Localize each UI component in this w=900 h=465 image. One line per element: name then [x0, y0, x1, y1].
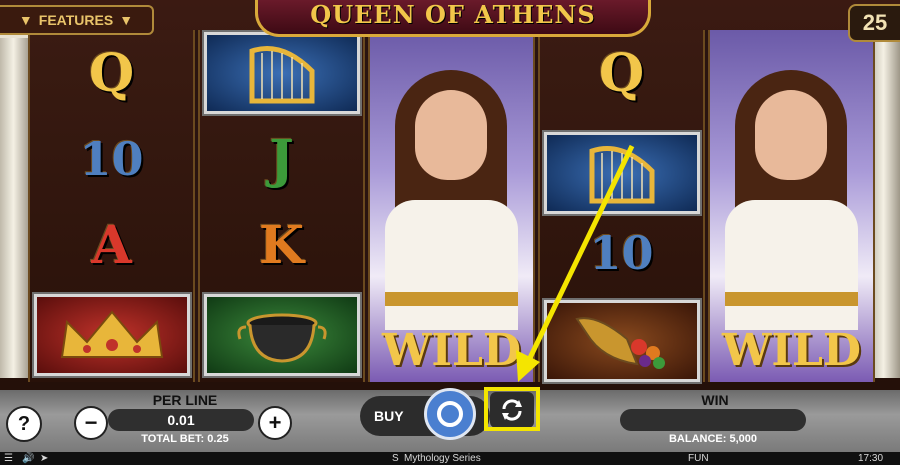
- features-button[interactable]: ▼ FEATURES ▼: [0, 5, 154, 35]
- series-logo-icon: S: [392, 453, 399, 464]
- help-button[interactable]: ?: [6, 406, 42, 442]
- features-label: FEATURES: [38, 12, 114, 28]
- reel-5: WILD: [708, 30, 875, 382]
- symbol-k: K: [200, 202, 363, 288]
- symbol-crown: [30, 292, 193, 378]
- harp-icon: [203, 32, 360, 114]
- athena-belt: [725, 292, 858, 306]
- wild-label: WILD: [721, 325, 862, 376]
- game-title: QUEEN OF ATHENS: [310, 0, 596, 29]
- reel-1: Q 10 A: [28, 30, 195, 382]
- symbol-a-text: A: [91, 214, 132, 276]
- chevron-down-icon: ▼: [18, 12, 33, 28]
- symbol-ten: 10: [540, 210, 703, 296]
- pillar-left: [0, 38, 30, 378]
- athena-belt: [385, 292, 518, 306]
- decrease-bet-button[interactable]: −: [74, 406, 108, 440]
- control-panel: ? PER LINE − 0.01 + TOTAL BET: 0.25 BUY …: [0, 388, 900, 452]
- symbol-harp: [200, 30, 363, 116]
- symbol-q: Q: [540, 30, 703, 116]
- symbol-ten-text: 10: [79, 132, 144, 186]
- menu-icon[interactable]: ☰: [4, 452, 13, 465]
- mode-label: FUN: [688, 453, 709, 464]
- lines-counter: 25: [848, 4, 900, 42]
- reel-grid: Q 10 A J K WILD Q 10 WILD: [28, 30, 875, 382]
- sound-icon[interactable]: 🔊: [22, 452, 34, 465]
- wild-label: WILD: [381, 325, 522, 376]
- athena-robe: [385, 200, 518, 330]
- per-line-label: PER LINE: [152, 392, 218, 408]
- cauldron-icon: [203, 294, 360, 376]
- symbol-k-text: K: [258, 214, 305, 276]
- reel-4: Q 10: [538, 30, 705, 382]
- harp-icon: [543, 132, 700, 214]
- symbol-cornucopia: [540, 298, 703, 384]
- total-bet-label: TOTAL BET: 0.25: [141, 433, 229, 445]
- athena-face: [755, 90, 827, 180]
- chevron-down-icon: ▼: [119, 12, 134, 28]
- athena-face: [415, 90, 487, 180]
- crown-icon: [33, 294, 190, 376]
- symbol-j-text: J: [269, 128, 294, 190]
- symbol-cauldron: [200, 292, 363, 378]
- symbol-wild-athena: WILD: [370, 30, 533, 382]
- symbol-ten: 10: [30, 116, 193, 202]
- win-label: WIN: [701, 392, 729, 408]
- per-line-value: 0.01: [108, 409, 254, 431]
- game-stage: Q 10 A J K WILD Q 10 WILD QUEEN OF ATHEN…: [0, 0, 900, 390]
- win-value: [620, 409, 806, 431]
- spin-icon: [437, 401, 463, 427]
- series-label: Mythology Series: [404, 453, 481, 464]
- cornucopia-icon: [543, 300, 700, 382]
- symbol-q-text: Q: [598, 42, 645, 104]
- symbol-ten-text: 10: [589, 226, 654, 280]
- symbol-q-text: Q: [88, 42, 135, 104]
- reel-2: J K: [198, 30, 365, 382]
- symbol-j: J: [200, 116, 363, 202]
- autoplay-highlight-box: [484, 387, 540, 431]
- symbol-a: A: [30, 202, 193, 288]
- reel-3: WILD: [368, 30, 535, 382]
- increase-bet-button[interactable]: +: [258, 406, 292, 440]
- spin-button[interactable]: [424, 388, 476, 440]
- clock: 17:30: [858, 453, 884, 464]
- athena-robe: [725, 200, 858, 330]
- status-bar: ☰ 🔊 ➤ S Mythology Series FUN 17:30: [0, 452, 900, 465]
- symbol-harp: [540, 130, 703, 216]
- turbo-icon[interactable]: ➤: [40, 452, 48, 465]
- buy-label: BUY: [374, 408, 404, 424]
- symbol-wild-athena: WILD: [710, 30, 873, 382]
- game-title-plaque: QUEEN OF ATHENS: [255, 0, 651, 37]
- balance-label: BALANCE: 5,000: [668, 433, 758, 445]
- symbol-q: Q: [30, 30, 193, 116]
